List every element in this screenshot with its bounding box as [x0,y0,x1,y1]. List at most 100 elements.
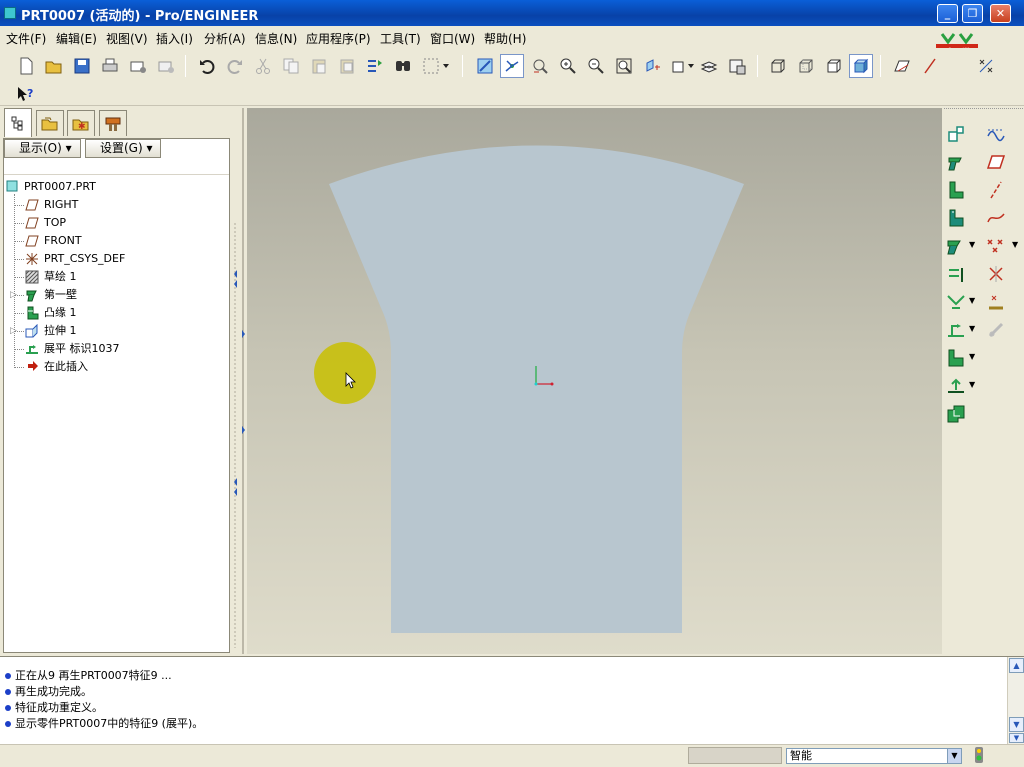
flat-wall-icon[interactable] [944,206,968,230]
dropdown-arrow-icon[interactable]: ▼ [969,352,975,361]
shading-icon[interactable] [849,54,873,78]
datum-plane-tool-icon[interactable] [944,150,968,174]
tree-root[interactable]: PRT0007.PRT [4,178,224,196]
show-dropdown-button[interactable]: 显示(O) ▾ [4,139,81,158]
model-analysis-icon[interactable] [984,318,1008,342]
traffic-light-icon[interactable] [972,746,986,764]
menu-edit[interactable]: 编辑(E) [56,30,97,47]
dropdown-arrow-icon[interactable]: ▼ [1012,240,1018,249]
bend-icon[interactable] [944,290,968,314]
scroll-down-icon[interactable]: ▼ [1009,717,1024,732]
unbend-tool-icon[interactable] [944,122,968,146]
cut-icon[interactable] [251,54,275,78]
datum-axes-icon[interactable] [918,54,942,78]
dropdown-arrow-icon[interactable]: ▼ [969,324,975,333]
reorient-icon[interactable] [640,54,664,78]
datum-planes-icon[interactable] [890,54,914,78]
tree-item-top[interactable]: TOP [4,214,224,232]
email-link-icon[interactable] [154,54,178,78]
tree-item-extrude[interactable]: ▷ 拉伸 1 [4,322,224,340]
coord-csys-icon[interactable] [984,262,1008,286]
edge-bend-icon[interactable] [944,318,968,342]
print-icon[interactable] [98,54,122,78]
datum-points-icon[interactable] [974,54,998,78]
saved-views-icon[interactable] [668,54,698,78]
menu-view[interactable]: 视图(V) [106,30,148,47]
scroll-up-icon[interactable]: ▲ [1009,658,1024,673]
unattached-wall-icon[interactable] [944,262,968,286]
restore-button[interactable]: ❐ [962,4,983,23]
tree-item-sketch[interactable]: 草绘 1 [4,268,224,286]
flat-pattern-icon[interactable] [944,374,968,398]
paste-special-icon[interactable] [335,54,359,78]
model-tree-tab[interactable] [4,108,32,137]
datum-plane-alt-icon[interactable] [984,150,1008,174]
settings-dropdown-button[interactable]: 设置(G) ▾ [85,139,161,158]
select-box-icon[interactable] [419,54,453,78]
hidden-line-icon[interactable] [794,54,818,78]
menu-analysis[interactable]: 分析(A) [204,30,246,47]
copy-icon[interactable] [279,54,303,78]
minimize-button[interactable]: _ [937,4,958,23]
paste-icon[interactable] [307,54,331,78]
menu-info[interactable]: 信息(N) [255,30,297,47]
menu-file[interactable]: 文件(F) [6,30,46,47]
favorites-tab[interactable]: ✱ [67,110,95,136]
expand-arrow-icon[interactable]: ▷ [10,286,17,304]
analysis-icon[interactable] [984,290,1008,314]
selection-filter-select[interactable]: 智能 ▼ [786,748,962,764]
message-scrollbar[interactable]: ▲ ▼ ▼ [1007,657,1024,744]
window-title: PRT0007 (活动的) - Pro/ENGINEER [21,9,259,24]
menu-tools[interactable]: 工具(T) [380,30,421,47]
new-file-icon[interactable] [14,54,38,78]
redo-icon[interactable] [223,54,247,78]
tree-item-unbend[interactable]: 展平 标识1037 [4,340,224,358]
datum-point-icon[interactable] [984,234,1008,258]
refit-icon[interactable] [612,54,636,78]
folder-browser-tab[interactable] [36,110,64,136]
save-icon[interactable] [70,54,94,78]
menu-window[interactable]: 窗口(W) [430,30,475,47]
chevron-down-icon[interactable]: ▼ [947,749,961,763]
view-manager-icon[interactable] [725,54,749,78]
wireframe-icon[interactable] [766,54,790,78]
tree-item-right[interactable]: RIGHT [4,196,224,214]
tree-item-csys[interactable]: PRT_CSYS_DEF [4,250,224,268]
expand-arrow-icon[interactable]: ▷ [10,322,17,340]
tree-item-first-wall[interactable]: ▷ 第一壁 [4,286,224,304]
orient-icon[interactable] [528,54,552,78]
dropdown-arrow-icon[interactable]: ▼ [969,240,975,249]
repaint-icon[interactable] [473,54,497,78]
layers-icon[interactable] [697,54,721,78]
datum-curve-icon[interactable] [984,206,1008,230]
open-icon[interactable] [42,54,66,78]
zoom-out-icon[interactable] [584,54,608,78]
email-icon[interactable] [126,54,150,78]
dropdown-arrow-icon[interactable]: ▼ [969,380,975,389]
bend-back-icon[interactable] [944,346,968,370]
menu-help[interactable]: 帮助(H) [484,30,526,47]
no-hidden-icon[interactable] [822,54,846,78]
dropdown-arrow-icon[interactable]: ▼ [969,296,975,305]
extrude-wall-icon[interactable] [944,234,968,258]
sketch-tool-icon[interactable] [984,122,1008,146]
form-icon[interactable] [944,402,968,426]
menu-applications[interactable]: 应用程序(P) [306,30,371,47]
tree-item-insert-here[interactable]: 在此插入 [4,358,224,376]
undo-icon[interactable] [195,54,219,78]
flange-wall-icon[interactable] [944,178,968,202]
regenerate-icon[interactable] [363,54,387,78]
whats-this-icon[interactable]: ? [13,82,37,106]
find-icon[interactable] [391,54,415,78]
spin-center-icon[interactable] [500,54,524,78]
scroll-end-icon[interactable]: ▼ [1009,733,1024,743]
menu-insert[interactable]: 插入(I) [156,30,193,47]
connections-tab[interactable] [99,110,127,136]
panel-splitter[interactable] [232,108,246,654]
zoom-in-icon[interactable] [556,54,580,78]
tree-item-flange[interactable]: 凸缘 1 [4,304,224,322]
graphics-viewport[interactable] [247,108,942,654]
datum-axis-icon[interactable] [984,178,1008,202]
tree-item-front[interactable]: FRONT [4,232,224,250]
close-button[interactable]: ✕ [990,4,1011,23]
